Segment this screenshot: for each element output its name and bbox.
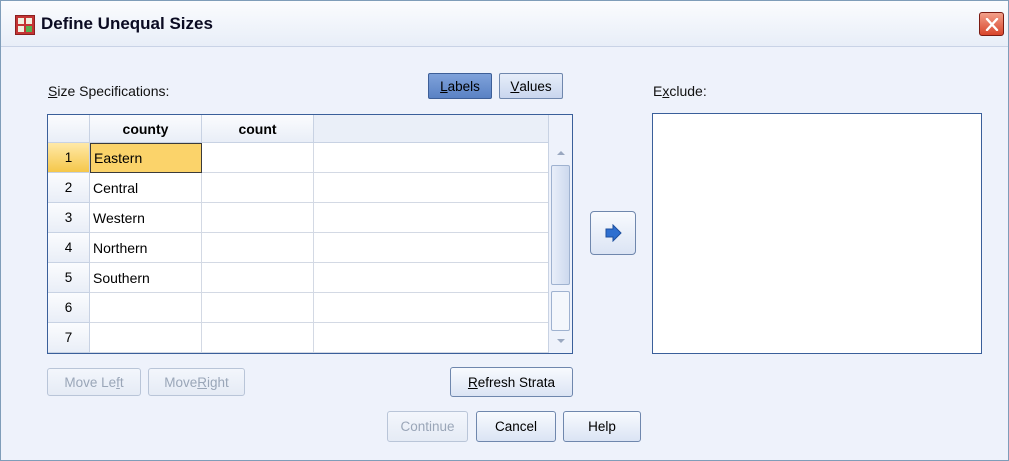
- table-row: 2 Central: [48, 173, 548, 203]
- count-cell[interactable]: [202, 173, 314, 203]
- count-cell[interactable]: [202, 263, 314, 293]
- empty-cell: [314, 203, 548, 233]
- row-number[interactable]: 1: [48, 143, 90, 173]
- move-to-exclude-button[interactable]: [590, 211, 636, 255]
- empty-cell: [314, 233, 548, 263]
- move-right-button[interactable]: Move Right: [148, 368, 245, 396]
- size-specifications-grid[interactable]: county count 1 Eastern 2 Central 3 Weste…: [47, 114, 573, 354]
- county-cell[interactable]: [90, 293, 202, 323]
- table-row: 4 Northern: [48, 233, 548, 263]
- continue-button[interactable]: Continue: [387, 411, 468, 442]
- county-cell[interactable]: Eastern: [90, 143, 202, 173]
- empty-cell: [314, 323, 548, 353]
- close-button[interactable]: [979, 12, 1004, 36]
- count-cell[interactable]: [202, 233, 314, 263]
- title-bar: Define Unequal Sizes: [1, 1, 1008, 47]
- values-toggle-button[interactable]: Values: [499, 73, 563, 99]
- scroll-track[interactable]: [551, 291, 570, 331]
- count-cell[interactable]: [202, 323, 314, 353]
- row-number[interactable]: 4: [48, 233, 90, 263]
- scroll-up-button[interactable]: [551, 145, 570, 161]
- exclude-list[interactable]: [652, 113, 982, 354]
- count-cell[interactable]: [202, 203, 314, 233]
- column-header-county[interactable]: county: [90, 115, 202, 143]
- close-icon: [985, 18, 999, 31]
- table-row: 5 Southern: [48, 263, 548, 293]
- empty-cell: [314, 293, 548, 323]
- scroll-thumb[interactable]: [551, 165, 570, 285]
- table-row: 6: [48, 293, 548, 323]
- arrow-right-icon: [605, 224, 622, 242]
- size-specifications-label: Size Specifications:: [48, 83, 170, 99]
- grid-header: county count: [48, 115, 548, 143]
- dialog-window: Define Unequal Sizes Size Specifications…: [0, 0, 1009, 461]
- county-cell[interactable]: Western: [90, 203, 202, 233]
- table-row: 7: [48, 323, 548, 353]
- empty-cell: [314, 263, 548, 293]
- chevron-down-icon: [556, 339, 565, 343]
- row-number[interactable]: 2: [48, 173, 90, 203]
- column-header-empty: [314, 115, 548, 143]
- refresh-strata-button[interactable]: Refresh Strata: [450, 367, 573, 397]
- row-number[interactable]: 6: [48, 293, 90, 323]
- empty-cell: [314, 173, 548, 203]
- row-number[interactable]: 7: [48, 323, 90, 353]
- exclude-label: Exclude:: [653, 83, 707, 99]
- cancel-button[interactable]: Cancel: [476, 411, 556, 442]
- empty-cell: [314, 143, 548, 173]
- county-cell[interactable]: Southern: [90, 263, 202, 293]
- help-button[interactable]: Help: [563, 411, 641, 442]
- county-cell[interactable]: [90, 323, 202, 353]
- county-cell[interactable]: Northern: [90, 233, 202, 263]
- row-number[interactable]: 5: [48, 263, 90, 293]
- vertical-scrollbar[interactable]: [548, 115, 572, 353]
- spss-table-icon: [15, 15, 35, 35]
- count-cell[interactable]: [202, 143, 314, 173]
- move-left-button[interactable]: Move Le f t: [47, 368, 141, 396]
- table-row: 3 Western: [48, 203, 548, 233]
- grid-body: county count 1 Eastern 2 Central 3 Weste…: [48, 115, 548, 353]
- county-cell[interactable]: Central: [90, 173, 202, 203]
- row-number[interactable]: 3: [48, 203, 90, 233]
- column-header-count[interactable]: count: [202, 115, 314, 143]
- grid-corner[interactable]: [48, 115, 90, 143]
- dialog-title: Define Unequal Sizes: [41, 14, 213, 33]
- table-row: 1 Eastern: [48, 143, 548, 173]
- labels-toggle-button[interactable]: Labels: [428, 73, 492, 99]
- count-cell[interactable]: [202, 293, 314, 323]
- scroll-down-button[interactable]: [551, 333, 570, 349]
- chevron-up-icon: [556, 151, 565, 155]
